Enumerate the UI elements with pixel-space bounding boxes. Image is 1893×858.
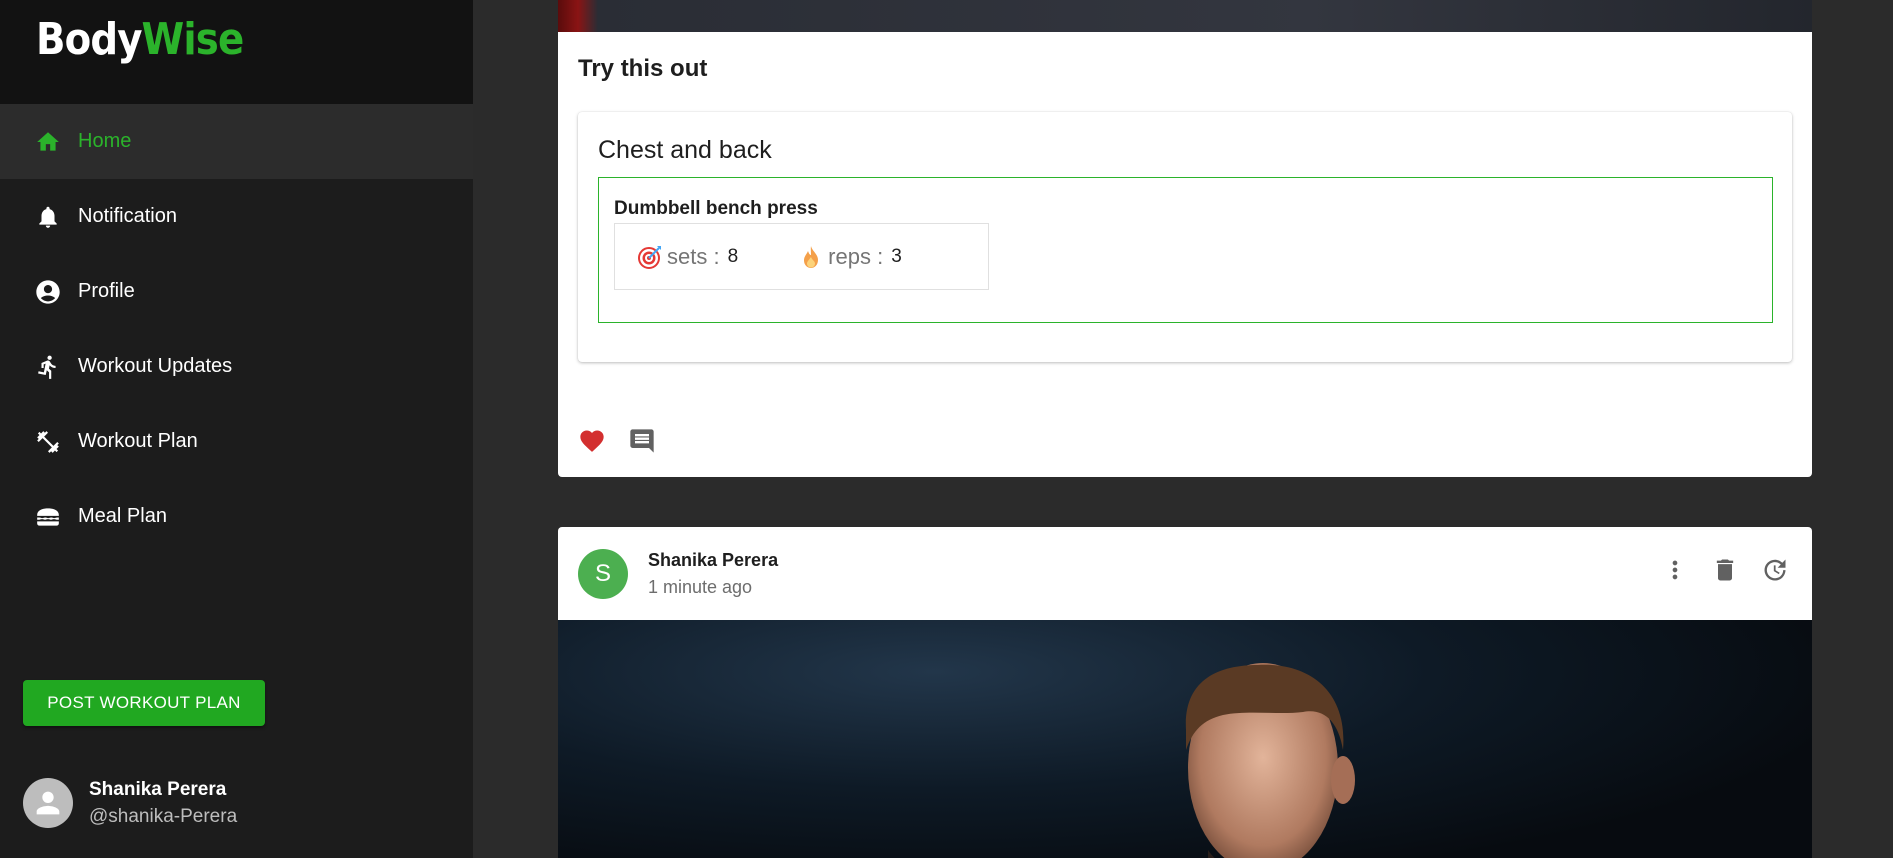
exercise-box: Dumbbell bench press sets : 8 reps: 3: [598, 177, 1773, 323]
sidebar-item-label: Workout Plan: [78, 430, 198, 452]
post-image: [558, 620, 1812, 858]
delete-icon[interactable]: [1710, 555, 1740, 585]
sidebar-item-label: Notification: [78, 205, 177, 227]
post-image: [558, 0, 1812, 32]
sidebar-item-label: Meal Plan: [78, 505, 167, 527]
reps-value: 3: [891, 245, 902, 267]
burger-icon: [34, 503, 62, 531]
post-heading: Try this out: [578, 55, 708, 82]
sidebar-item-profile[interactable]: Profile: [0, 254, 473, 329]
dumbbell-icon: [34, 428, 62, 456]
post-card-workout-plan: Try this out Chest and back Dumbbell ben…: [558, 0, 1812, 477]
logo-area: BodyWise: [0, 0, 473, 104]
sidebar-item-label: Home: [78, 130, 132, 152]
running-icon: [34, 353, 62, 381]
like-heart-icon[interactable]: [578, 427, 606, 455]
person-icon: [36, 791, 60, 815]
brand-logo[interactable]: BodyWise: [36, 14, 245, 65]
exercise-stats: sets : 8 reps : 3: [614, 223, 989, 290]
home-icon: [34, 128, 62, 156]
target-icon: [638, 245, 661, 269]
post-timestamp: 1 minute ago: [648, 576, 753, 597]
update-icon[interactable]: [1760, 555, 1790, 585]
sets-value: 8: [727, 245, 739, 267]
comment-icon[interactable]: [628, 427, 656, 455]
sets-label: sets :: [667, 243, 720, 269]
fire-icon: [804, 245, 819, 268]
sidebar-item-workout-plan[interactable]: Workout Plan: [0, 404, 473, 479]
reps-stat: reps : 3: [798, 244, 902, 270]
post-card: S Shanika Perera 1 minute ago: [558, 527, 1812, 858]
brand-part2: Wise: [141, 14, 245, 65]
user-handle: @shanika-Perera: [89, 805, 238, 827]
sets-stat: sets : 8: [637, 244, 738, 270]
user-name: Shanika Perera: [89, 778, 227, 800]
post-meta: Shanika Perera 1 minute ago: [648, 550, 778, 598]
post-actions: [578, 427, 678, 455]
sidebar-item-label: Profile: [78, 280, 135, 302]
reps-label: reps :: [828, 243, 884, 269]
post-workout-plan-button[interactable]: POST WORKOUT PLAN: [23, 680, 265, 726]
man-portrait-image: [1185, 663, 1355, 858]
exercise-name: Dumbbell bench press: [614, 198, 818, 219]
plan-title: Chest and back: [598, 136, 772, 164]
bell-icon: [34, 203, 62, 231]
sidebar-item-meal-plan[interactable]: Meal Plan: [0, 479, 473, 554]
post-header-actions: [1640, 555, 1790, 585]
avatar[interactable]: S: [578, 548, 628, 599]
sidebar-item-home[interactable]: Home: [0, 104, 473, 179]
user-info: Shanika Perera @shanika-Perera: [89, 779, 237, 828]
account-circle-icon: [34, 278, 62, 306]
brand-part1: Body: [36, 14, 142, 65]
sidebar-item-label: Workout Updates: [78, 355, 233, 377]
sidebar: BodyWise Home Notification Profile Worko…: [0, 0, 473, 858]
sidebar-item-workout-updates[interactable]: Workout Updates: [0, 329, 473, 404]
current-user[interactable]: Shanika Perera @shanika-Perera: [23, 778, 237, 828]
more-vert-icon[interactable]: [1660, 555, 1690, 585]
sidebar-nav: Home Notification Profile Workout Update…: [0, 104, 473, 554]
workout-plan-box: Chest and back Dumbbell bench press sets…: [578, 112, 1792, 362]
post-header: S Shanika Perera 1 minute ago: [558, 527, 1812, 620]
sidebar-item-notification[interactable]: Notification: [0, 179, 473, 254]
post-author[interactable]: Shanika Perera: [648, 550, 778, 571]
avatar[interactable]: [23, 778, 73, 828]
